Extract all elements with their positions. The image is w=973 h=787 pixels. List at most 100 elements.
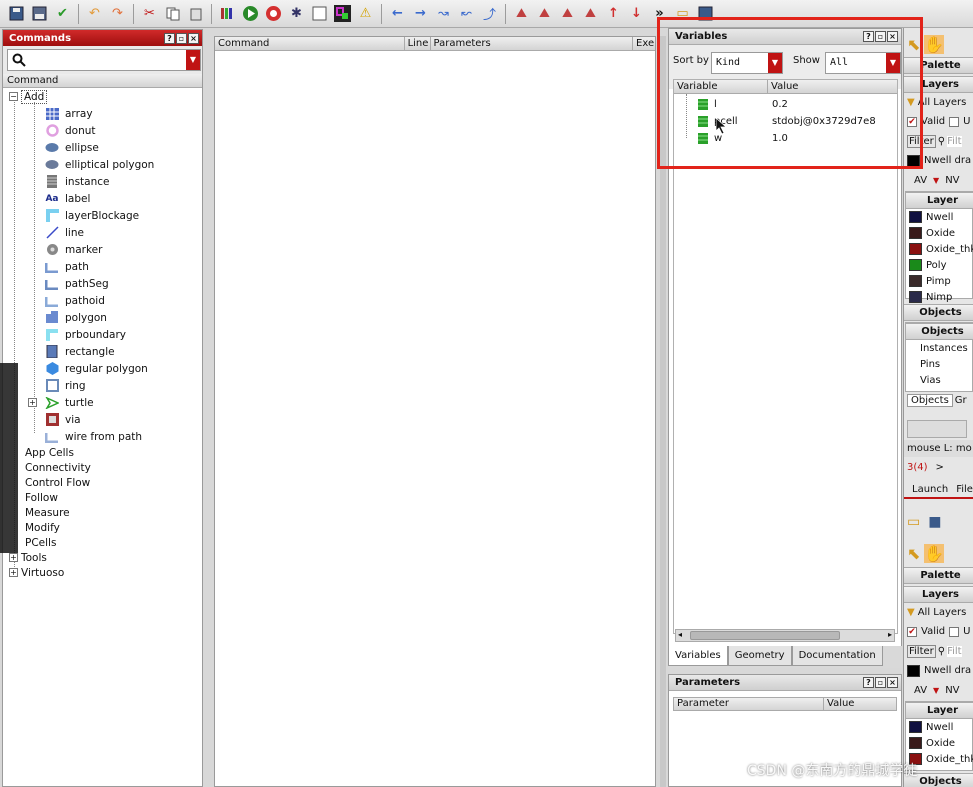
variable-row[interactable]: pcell stdobj@0x3729d7e8 bbox=[674, 113, 897, 130]
layout-icon[interactable] bbox=[332, 3, 353, 24]
launch-menu[interactable]: Launch bbox=[912, 484, 948, 495]
object-row[interactable]: Pins bbox=[906, 356, 973, 372]
current-layer[interactable]: Nwell dra bbox=[904, 152, 973, 169]
folder-icon[interactable]: ▭ bbox=[672, 3, 693, 24]
layer-row[interactable]: Oxide bbox=[906, 735, 973, 751]
layer-row[interactable]: Nwell bbox=[906, 209, 973, 225]
tree-item-pathseg[interactable]: pathSeg bbox=[3, 275, 202, 292]
scroll-right-icon[interactable]: ▸ bbox=[888, 630, 892, 639]
pan-tool-icon[interactable]: ✋ bbox=[924, 543, 945, 563]
tree-category-pcells[interactable]: PCells bbox=[3, 535, 202, 550]
copy-icon[interactable] bbox=[162, 3, 183, 24]
variable-row[interactable]: l 0.2 bbox=[674, 96, 897, 113]
redo-arc-icon[interactable]: ↜ bbox=[456, 3, 477, 24]
all-layers-filter[interactable]: ▼ All Layers bbox=[904, 94, 973, 111]
down-red-icon[interactable]: ↓ bbox=[626, 3, 647, 24]
blank-icon[interactable] bbox=[309, 3, 330, 24]
library-icon[interactable] bbox=[217, 3, 238, 24]
chevron-down-icon[interactable]: ▼ bbox=[886, 53, 900, 73]
toolbar-overflow[interactable]: » bbox=[649, 3, 670, 24]
disk-icon[interactable] bbox=[695, 3, 716, 24]
splitter[interactable] bbox=[660, 36, 666, 787]
tree-item-via[interactable]: via bbox=[3, 411, 202, 428]
tree-category-tools[interactable]: + Tools bbox=[3, 550, 202, 565]
disk-icon[interactable]: ■ bbox=[928, 514, 941, 530]
expand-icon[interactable]: + bbox=[9, 568, 18, 577]
tree-category-app-cells[interactable]: App Cells bbox=[3, 445, 202, 460]
tree-item-polygon[interactable]: polygon bbox=[3, 309, 202, 326]
tree-item-instance[interactable]: instance bbox=[3, 173, 202, 190]
tree-item-wire-from-path[interactable]: wire from path bbox=[3, 428, 202, 445]
zoom-a-icon[interactable]: ⛰ bbox=[511, 3, 532, 24]
forward-icon[interactable]: → bbox=[410, 3, 431, 24]
tree-item-array[interactable]: array bbox=[3, 105, 202, 122]
paste-icon[interactable] bbox=[185, 3, 206, 24]
mini-scroll[interactable] bbox=[904, 417, 973, 441]
stop-icon[interactable] bbox=[263, 3, 284, 24]
warning-icon[interactable]: ⚠ bbox=[355, 3, 376, 24]
save-as-icon[interactable] bbox=[29, 3, 50, 24]
layer-row[interactable]: Oxide bbox=[906, 225, 973, 241]
undo-icon[interactable]: ↶ bbox=[84, 3, 105, 24]
nv-button[interactable]: NV bbox=[945, 175, 959, 186]
av-button[interactable]: AV bbox=[914, 685, 927, 696]
tree-item-donut[interactable]: donut bbox=[3, 122, 202, 139]
tree-item-ellipse[interactable]: ellipse bbox=[3, 139, 202, 156]
tree-item-prboundary[interactable]: prboundary bbox=[3, 326, 202, 343]
chevron-down-icon[interactable]: ▼ bbox=[768, 53, 782, 73]
layer-row[interactable]: Nwell bbox=[906, 719, 973, 735]
help-button[interactable]: ? bbox=[863, 31, 874, 42]
tree-category-measure[interactable]: Measure bbox=[3, 505, 202, 520]
tree-item-label[interactable]: Aa label bbox=[3, 190, 202, 207]
layer-row[interactable]: Nimp bbox=[906, 289, 973, 305]
u-checkbox[interactable] bbox=[949, 116, 960, 127]
folder-icon[interactable]: ▭ bbox=[907, 514, 920, 530]
layer-row[interactable]: Pimp bbox=[906, 273, 973, 289]
all-layers-filter-2[interactable]: ▼ All Layers bbox=[904, 604, 973, 621]
run-icon[interactable] bbox=[240, 3, 261, 24]
tree-category-modify[interactable]: Modify bbox=[3, 520, 202, 535]
scroll-left-icon[interactable]: ◂ bbox=[678, 630, 682, 639]
tree-item-layerblockage[interactable]: layerBlockage bbox=[3, 207, 202, 224]
tab-geometry[interactable]: Geometry bbox=[727, 646, 792, 666]
tree-item-marker[interactable]: marker bbox=[3, 241, 202, 258]
up-red-icon[interactable]: ↑ bbox=[603, 3, 624, 24]
tree-category-virtuoso[interactable]: + Virtuoso bbox=[3, 565, 202, 580]
layer-row[interactable]: Oxide_thk bbox=[906, 241, 973, 257]
filter-input[interactable]: Filt bbox=[947, 646, 962, 657]
tree-item-line[interactable]: line bbox=[3, 224, 202, 241]
av-button[interactable]: AV bbox=[914, 175, 927, 186]
object-row[interactable]: Instances bbox=[906, 340, 973, 356]
variable-row[interactable]: w 1.0 bbox=[674, 130, 897, 147]
chevron-down-icon[interactable]: ▼ bbox=[933, 176, 939, 185]
help-button[interactable]: ? bbox=[164, 32, 175, 44]
filter-input[interactable]: Filt bbox=[947, 136, 962, 147]
zoom-b-icon[interactable]: ⛰ bbox=[534, 3, 555, 24]
close-button[interactable]: × bbox=[188, 32, 199, 44]
expand-icon[interactable]: + bbox=[28, 398, 37, 407]
tree-category-connectivity[interactable]: Connectivity bbox=[3, 460, 202, 475]
zoom-c-icon[interactable]: ⛰ bbox=[557, 3, 578, 24]
valid-checkbox[interactable]: ✔ bbox=[907, 626, 917, 637]
commands-search-input[interactable]: ▼ bbox=[7, 49, 201, 71]
tree-item-path[interactable]: path bbox=[3, 258, 202, 275]
tree-category-follow[interactable]: Follow bbox=[3, 490, 202, 505]
step-icon[interactable]: ✱ bbox=[286, 3, 307, 24]
undo-arc-icon[interactable]: ↝ bbox=[433, 3, 454, 24]
redo-icon[interactable]: ↷ bbox=[107, 3, 128, 24]
pan-tool-icon[interactable]: ✋ bbox=[924, 34, 945, 54]
tree-item-pathoid[interactable]: pathoid bbox=[3, 292, 202, 309]
horizontal-scrollbar[interactable]: ◂ ▸ bbox=[675, 629, 895, 642]
u-checkbox[interactable] bbox=[949, 626, 960, 637]
file-menu[interactable]: File bbox=[956, 484, 973, 495]
help-button[interactable]: ? bbox=[863, 677, 874, 688]
zoom-d-icon[interactable]: ⛰ bbox=[580, 3, 601, 24]
nv-button[interactable]: NV bbox=[945, 685, 959, 696]
float-button[interactable]: ▫ bbox=[875, 31, 886, 42]
tab-objects[interactable]: Objects bbox=[907, 394, 953, 407]
layer-row[interactable]: Poly bbox=[906, 257, 973, 273]
tree-item-regular-polygon[interactable]: regular polygon bbox=[3, 360, 202, 377]
tree-item-ring[interactable]: ring bbox=[3, 377, 202, 394]
select-tool-icon[interactable]: ⬉ bbox=[907, 544, 920, 563]
chevron-down-icon[interactable]: ▼ bbox=[186, 50, 200, 70]
